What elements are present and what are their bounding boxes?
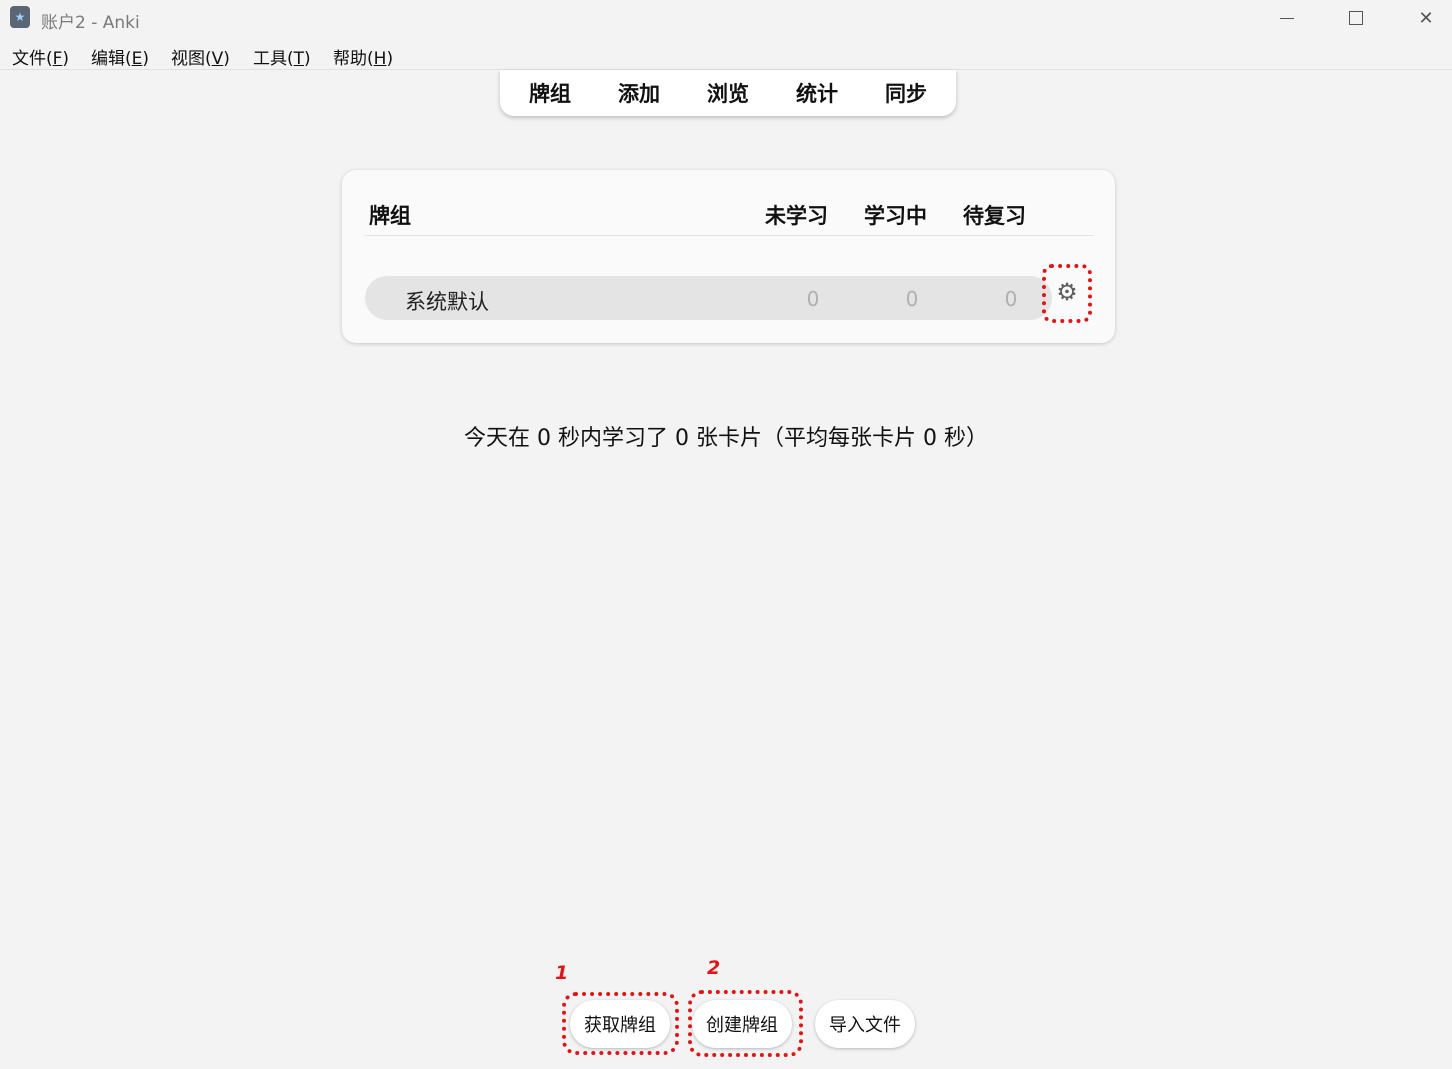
import-file-button[interactable]: 导入文件: [815, 1000, 915, 1048]
toolbar-sync[interactable]: 同步: [862, 78, 951, 108]
menu-bar: 文件(F) 编辑(E) 视图(V) 工具(T) 帮助(H): [0, 38, 1452, 70]
toolbar-decks[interactable]: 牌组: [506, 78, 595, 108]
header-learning: 学习中: [864, 204, 927, 228]
menu-help[interactable]: 帮助(H): [333, 44, 393, 69]
deck-row[interactable]: 系统默认 0 0 0: [365, 276, 1052, 320]
header-new: 未学习: [765, 204, 828, 228]
window-title: 账户2 - Anki: [41, 13, 140, 33]
minimize-button[interactable]: [1252, 0, 1322, 36]
toolbar-stats[interactable]: 统计: [773, 78, 862, 108]
close-button[interactable]: ✕: [1391, 0, 1452, 36]
toolbar-browse[interactable]: 浏览: [684, 78, 773, 108]
callout-1: 1: [555, 962, 569, 984]
close-icon: ✕: [1418, 7, 1434, 29]
create-deck-button[interactable]: 创建牌组: [692, 1000, 792, 1048]
deck-name[interactable]: 系统默认: [405, 286, 489, 316]
menu-view[interactable]: 视图(V): [171, 44, 230, 69]
callout-2: 2: [707, 957, 721, 979]
main-toolbar: 牌组 添加 浏览 统计 同步: [500, 70, 956, 116]
deck-learning-count: 0: [905, 287, 919, 311]
deck-due-count: 0: [1004, 287, 1018, 311]
title-bar: ★ 账户2 - Anki ✕: [0, 0, 1452, 36]
menu-file[interactable]: 文件(F): [12, 44, 69, 69]
header-due: 待复习: [963, 204, 1026, 228]
maximize-button[interactable]: [1321, 0, 1391, 36]
deck-list-card: 牌组 未学习 学习中 待复习 系统默认 0 0 0 ⚙: [342, 170, 1115, 343]
anki-star-icon: ★: [10, 6, 30, 28]
menu-edit[interactable]: 编辑(E): [91, 44, 149, 69]
maximize-icon: [1349, 11, 1363, 25]
header-divider: [364, 235, 1094, 236]
minimize-icon: [1280, 17, 1294, 19]
deck-new-count: 0: [806, 287, 820, 311]
get-shared-button[interactable]: 获取牌组: [570, 1000, 670, 1048]
gear-icon[interactable]: ⚙: [1047, 267, 1087, 317]
study-stats-text: 今天在 0 秒内学习了 0 张卡片（平均每张卡片 0 秒）: [464, 426, 988, 451]
menu-tools[interactable]: 工具(T): [253, 44, 311, 69]
header-deck: 牌组: [369, 204, 411, 228]
toolbar-add[interactable]: 添加: [595, 78, 684, 108]
